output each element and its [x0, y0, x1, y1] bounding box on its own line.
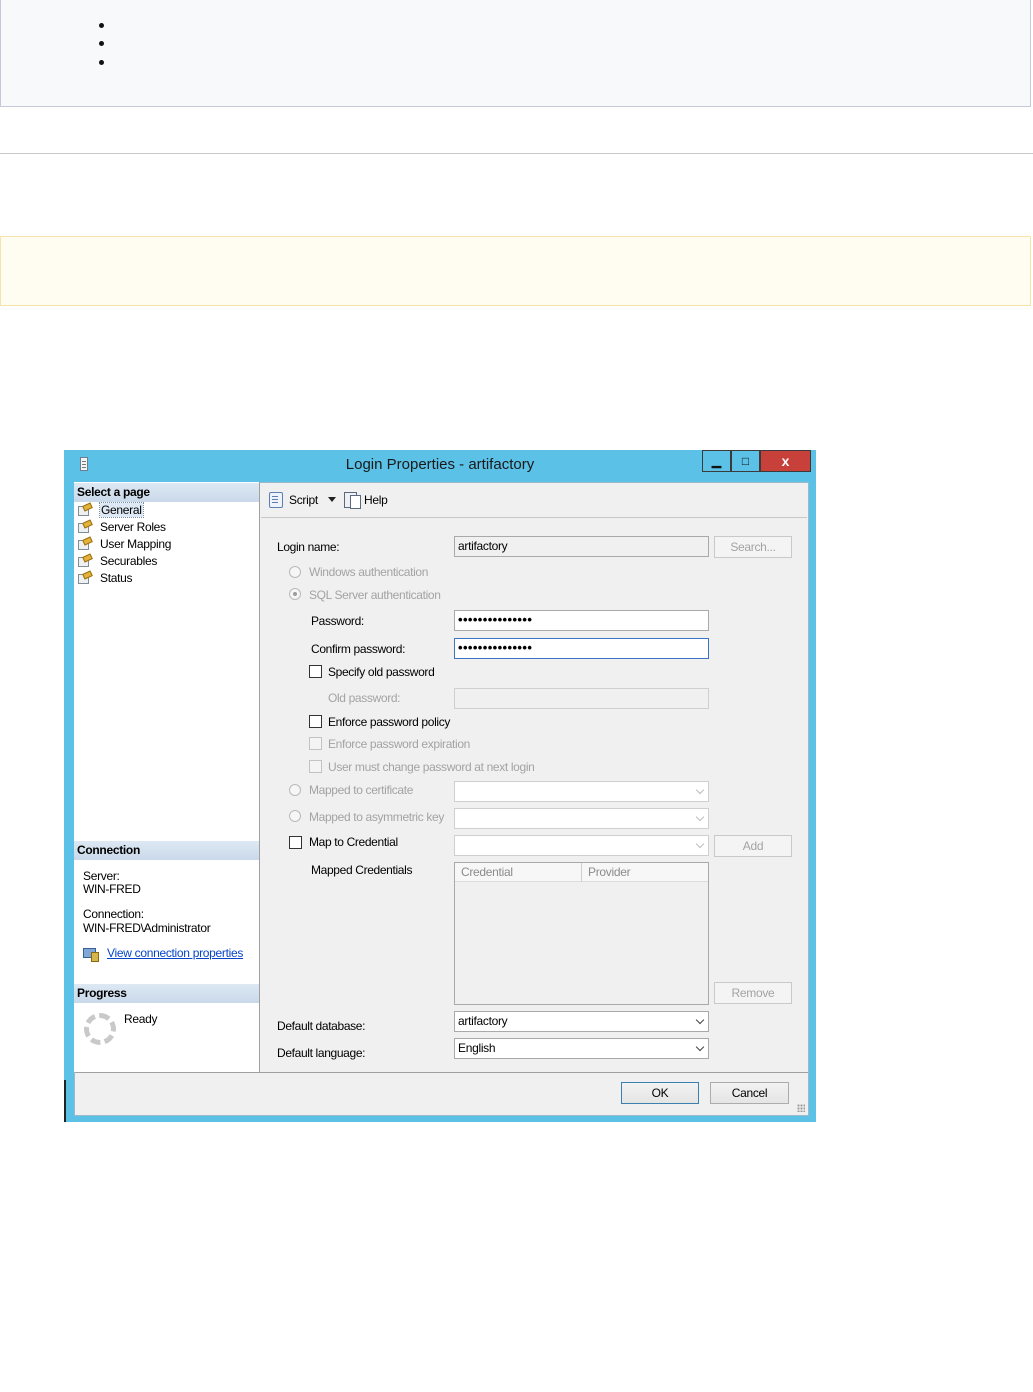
script-icon[interactable] — [268, 491, 285, 508]
map-to-credential-checkbox[interactable] — [289, 836, 302, 849]
page-icon — [78, 572, 93, 585]
page-icon — [78, 555, 93, 568]
credential-combo[interactable] — [454, 835, 709, 856]
progress-status: Ready — [124, 1012, 158, 1026]
progress-spinner-icon — [84, 1013, 116, 1045]
page-icon — [78, 538, 93, 551]
must-change-password-checkbox[interactable] — [309, 760, 322, 773]
page-server-roles[interactable]: Server Roles — [78, 519, 166, 535]
ok-button[interactable]: OK — [621, 1082, 699, 1104]
horizontal-divider — [0, 153, 1033, 154]
search-button[interactable]: Search... — [714, 536, 792, 558]
page-label: User Mapping — [100, 537, 172, 551]
app-icon — [80, 457, 88, 471]
windows-auth-label: Windows authentication — [309, 565, 429, 579]
sql-auth-radio[interactable] — [289, 588, 301, 600]
confirm-password-field[interactable]: ••••••••••••••• — [454, 638, 709, 659]
maximize-button[interactable]: □ — [731, 450, 760, 472]
enforce-password-expiration-label: Enforce password expiration — [328, 737, 470, 751]
help-button[interactable]: Help — [364, 493, 388, 507]
enforce-password-policy-label: Enforce password policy — [328, 715, 451, 729]
chevron-down-icon — [695, 839, 705, 849]
page-icon — [78, 504, 93, 517]
default-database-value: artifactory — [458, 1014, 508, 1028]
password-label: Password: — [311, 614, 364, 628]
chevron-down-icon — [695, 1015, 705, 1025]
default-language-label: Default language: — [277, 1046, 366, 1060]
page-securables[interactable]: Securables — [78, 553, 157, 569]
script-dropdown-icon[interactable] — [328, 497, 336, 502]
default-database-label: Default database: — [277, 1019, 366, 1033]
certificate-combo[interactable] — [454, 781, 709, 802]
mapped-credentials-grid[interactable] — [454, 862, 709, 1005]
help-icon[interactable] — [343, 491, 361, 509]
grid-header-provider[interactable]: Provider — [582, 863, 708, 882]
resize-grip-icon[interactable] — [797, 1104, 805, 1112]
page-user-mapping[interactable]: User Mapping — [78, 536, 171, 552]
map-to-credential-label: Map to Credential — [309, 835, 398, 849]
specify-old-password-label: Specify old password — [328, 665, 435, 679]
page-general[interactable]: General — [78, 502, 144, 518]
progress-header: Progress — [74, 984, 259, 1003]
bullet-list-panel — [0, 0, 1031, 107]
page-icon — [78, 521, 93, 534]
old-password-label: Old password: — [328, 691, 401, 705]
grid-header-credential[interactable]: Credential — [455, 863, 582, 882]
sql-auth-label: SQL Server authentication — [309, 588, 441, 602]
password-field[interactable]: ••••••••••••••• — [454, 610, 709, 631]
dialog-title: Login Properties - artifactory — [345, 456, 535, 473]
page-label: Server Roles — [100, 520, 166, 534]
add-button[interactable]: Add — [714, 835, 792, 857]
windows-auth-radio[interactable] — [289, 566, 301, 578]
connection-value: WIN-FRED\Administrator — [83, 921, 211, 935]
page-label: General — [99, 502, 144, 518]
confirm-password-label: Confirm password: — [311, 642, 406, 656]
asymmetric-key-combo[interactable] — [454, 808, 709, 829]
warning-callout — [0, 236, 1031, 306]
view-connection-properties-link[interactable]: View connection properties — [107, 946, 243, 960]
bullet-marker — [99, 23, 104, 28]
select-page-header: Select a page — [74, 483, 259, 502]
page-label: Status — [100, 571, 133, 585]
default-language-combo[interactable]: English — [454, 1038, 709, 1059]
must-change-password-label: User must change password at next login — [328, 760, 535, 774]
old-password-field[interactable] — [454, 688, 709, 709]
mapped-to-certificate-radio[interactable] — [289, 784, 301, 796]
chevron-down-icon — [695, 785, 705, 795]
script-button[interactable]: Script — [289, 493, 318, 507]
login-name-field[interactable]: artifactory — [454, 536, 709, 557]
bullet-marker — [99, 41, 104, 46]
mapped-to-asymmetric-key-radio[interactable] — [289, 810, 301, 822]
connection-properties-icon — [83, 946, 99, 962]
enforce-password-policy-checkbox[interactable] — [309, 715, 322, 728]
bullet-marker — [99, 60, 104, 65]
window-edge — [64, 1080, 66, 1122]
enforce-password-expiration-checkbox[interactable] — [309, 737, 322, 750]
chevron-down-icon — [695, 812, 705, 822]
connection-header: Connection — [74, 841, 259, 860]
cancel-button[interactable]: Cancel — [710, 1082, 789, 1104]
specify-old-password-checkbox[interactable] — [309, 665, 322, 678]
remove-button[interactable]: Remove — [714, 982, 792, 1004]
default-database-combo[interactable]: artifactory — [454, 1011, 709, 1032]
login-name-label: Login name: — [277, 540, 340, 554]
mapped-credentials-label: Mapped Credentials — [311, 863, 413, 877]
mapped-to-certificate-label: Mapped to certificate — [309, 783, 414, 797]
server-value: WIN-FRED — [83, 882, 141, 896]
close-button[interactable]: x — [760, 450, 811, 472]
page-label: Securables — [100, 554, 158, 568]
chevron-down-icon — [695, 1042, 705, 1052]
default-language-value: English — [458, 1041, 496, 1055]
connection-label: Connection: — [83, 907, 144, 921]
minimize-button[interactable]: ▁ — [702, 450, 731, 472]
mapped-to-asymmetric-key-label: Mapped to asymmetric key — [309, 810, 444, 824]
page-status[interactable]: Status — [78, 570, 133, 586]
